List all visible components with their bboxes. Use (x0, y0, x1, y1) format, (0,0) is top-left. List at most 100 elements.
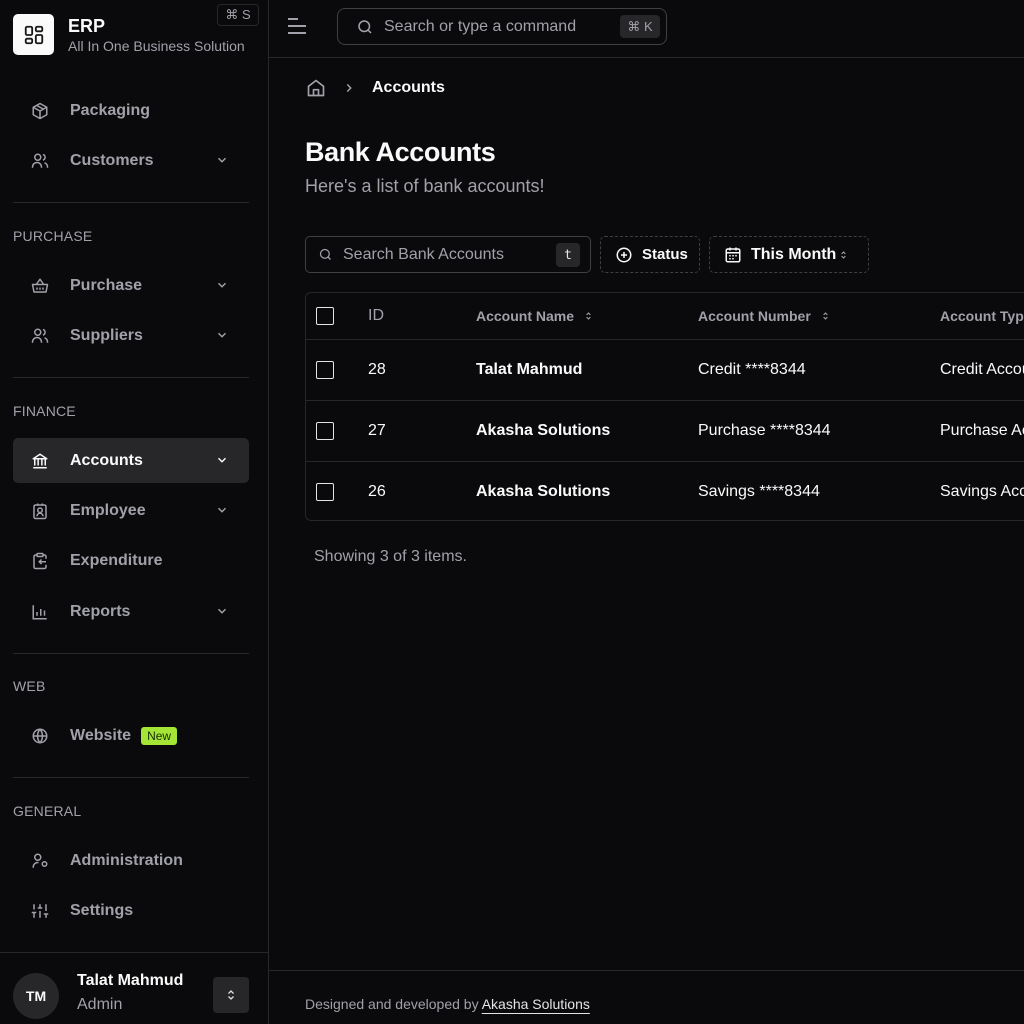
row-checkbox[interactable] (316, 361, 334, 379)
breadcrumb-current: Accounts (372, 79, 445, 96)
page-subtitle: Here's a list of bank accounts! (305, 176, 545, 196)
chevron-down-icon (215, 328, 229, 347)
sidebar-item-label: Employee (70, 501, 146, 519)
search-icon (318, 247, 333, 262)
cell-account-number: Purchase ****8344 (698, 422, 831, 439)
cell-id: 26 (368, 483, 386, 500)
bank-accounts-search-input[interactable]: Search Bank Accounts t (305, 236, 591, 273)
bank-accounts-table: ID Account Name Account Number Account T… (305, 292, 1024, 521)
brand[interactable]: ERP All In One Business Solution (13, 14, 245, 55)
avatar: TM (13, 973, 59, 1019)
column-header-label: Account Name (476, 308, 575, 324)
sidebar-item-label: Accounts (70, 451, 143, 469)
divider (13, 202, 249, 203)
command-shortcut-hint: ⌘ K (620, 15, 660, 38)
user-cog-icon (30, 851, 50, 871)
sidebar-item-label: Suppliers (70, 326, 143, 344)
column-header-account-number[interactable]: Account Number (698, 293, 830, 339)
sidebar-item-settings[interactable]: Settings (13, 888, 249, 933)
cell-account-name: Akasha Solutions (476, 422, 611, 439)
clipboard-icon (30, 551, 50, 571)
footer-link[interactable]: Akasha Solutions (482, 996, 590, 1012)
sidebar-item-customers[interactable]: Customers (13, 138, 249, 183)
row-checkbox[interactable] (316, 422, 334, 440)
table-summary: Showing 3 of 3 items. (314, 548, 467, 565)
app-subtitle: All In One Business Solution (68, 37, 245, 54)
search-icon (356, 18, 374, 36)
user-name: Talat Mahmud (77, 972, 184, 989)
users-icon (30, 151, 50, 171)
table-row[interactable]: 28 Talat Mahmud Credit ****8344 Credit A… (306, 340, 1024, 401)
section-label-web: WEB (13, 678, 46, 694)
sidebar-item-administration[interactable]: Administration (13, 838, 249, 883)
package-icon (30, 101, 50, 121)
sidebar-item-label: Packaging (70, 101, 151, 119)
cell-account-type: Credit Account (940, 361, 1024, 378)
topbar: Search or type a command ⌘ K (269, 0, 1024, 58)
sidebar-item-suppliers[interactable]: Suppliers (13, 313, 249, 358)
cell-account-name: Akasha Solutions (476, 483, 611, 500)
sidebar-item-label: Settings (70, 901, 134, 919)
calendar-icon (724, 246, 742, 264)
cell-id: 27 (368, 422, 386, 439)
search-placeholder: Search Bank Accounts (343, 245, 504, 263)
users-icon (30, 326, 50, 346)
id-badge-icon (30, 501, 50, 521)
chevron-down-icon (215, 604, 229, 623)
column-header-account-name[interactable]: Account Name (476, 293, 593, 339)
cell-id: 28 (368, 361, 386, 378)
chevron-down-icon (215, 278, 229, 297)
sidebar-item-accounts[interactable]: Accounts (13, 438, 249, 483)
search-shortcut-hint: t (556, 243, 580, 267)
bar-chart-icon (30, 602, 50, 622)
cell-account-number: Savings ****8344 (698, 483, 820, 500)
user-role: Admin (77, 996, 123, 1013)
chevron-down-icon (215, 503, 229, 522)
cell-account-number: Credit ****8344 (698, 361, 806, 378)
sort-icon[interactable] (584, 309, 593, 323)
sidebar-item-reports[interactable]: Reports (13, 589, 249, 634)
user-menu-button[interactable] (213, 977, 249, 1013)
section-label-finance: FINANCE (13, 403, 76, 419)
row-checkbox[interactable] (316, 483, 334, 501)
section-label-purchase: PURCHASE (13, 228, 93, 244)
sidebar-item-packaging[interactable]: Packaging (13, 88, 249, 133)
date-range-select[interactable]: This Month (709, 236, 869, 273)
sidebar-item-employee[interactable]: Employee (13, 488, 249, 533)
table-row[interactable]: 26 Akasha Solutions Savings ****8344 Sav… (306, 462, 1024, 520)
footer: Designed and developed by Akasha Solutio… (269, 970, 1024, 1024)
column-header-id: ID (368, 307, 384, 324)
sidebar-item-label: Purchase (70, 276, 143, 294)
status-filter-label: Status (642, 246, 688, 263)
status-filter-button[interactable]: Status (600, 236, 700, 273)
new-badge: New (141, 726, 178, 745)
column-header-label: Account Number (698, 308, 811, 324)
sort-icon[interactable] (821, 309, 830, 323)
sidebar-item-purchase[interactable]: Purchase (13, 263, 249, 308)
command-search-input[interactable]: Search or type a command ⌘ K (337, 8, 667, 45)
globe-icon (30, 726, 50, 746)
sidebar: ERP All In One Business Solution ⌘ S Pac… (0, 0, 269, 1024)
sidebar-item-website[interactable]: Website New (13, 713, 249, 758)
cell-account-type: Savings Account (940, 483, 1024, 500)
sidebar-item-label: Reports (70, 602, 131, 620)
footer-text: Designed and developed by (305, 996, 479, 1012)
chevrons-up-down-icon (839, 248, 848, 262)
chevron-down-icon (215, 453, 229, 472)
divider (13, 653, 249, 654)
table-row[interactable]: 27 Akasha Solutions Purchase ****8344 Pu… (306, 401, 1024, 462)
plus-circle-icon (615, 246, 633, 264)
sidebar-item-label: Expenditure (70, 551, 163, 569)
chevron-down-icon (215, 153, 229, 172)
divider (13, 777, 249, 778)
sidebar-item-label: Website (70, 726, 132, 744)
sidebar-toggle-button[interactable] (287, 17, 309, 37)
home-icon[interactable] (306, 78, 326, 98)
select-all-checkbox[interactable] (316, 307, 334, 325)
column-header-account-type: Account Type (940, 308, 1024, 324)
sidebar-item-label: Customers (70, 151, 154, 169)
table-header-row: ID Account Name Account Number Account T… (306, 293, 1024, 340)
page-title: Bank Accounts (305, 137, 496, 167)
app-logo-icon (13, 14, 54, 55)
sidebar-item-expenditure[interactable]: Expenditure (13, 538, 249, 583)
